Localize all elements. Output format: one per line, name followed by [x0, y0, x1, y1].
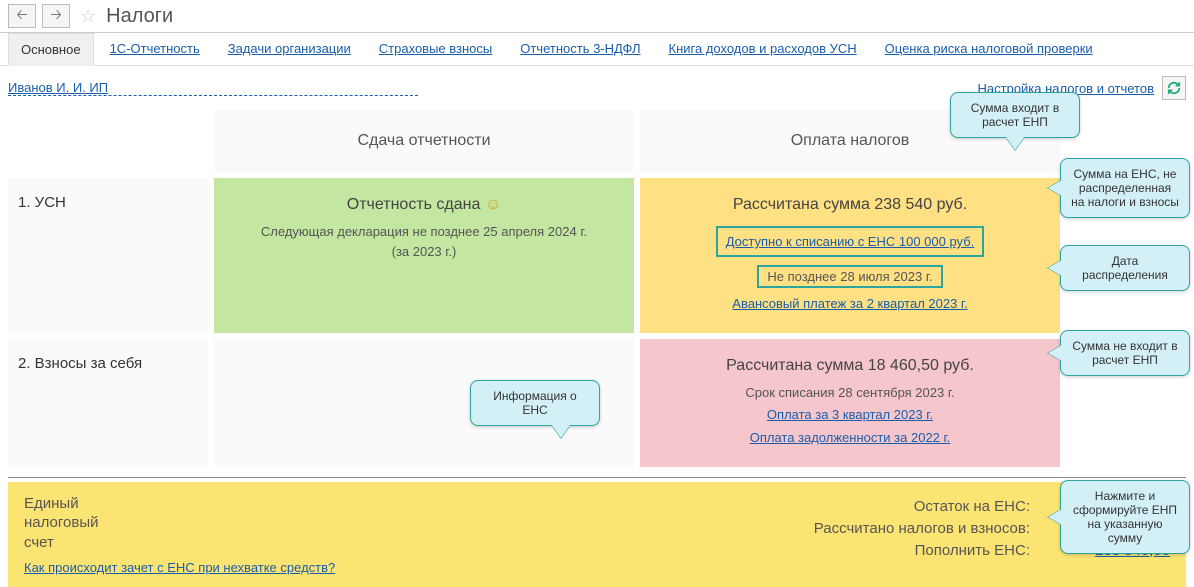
- usn-advance-link[interactable]: Авансовый платеж за 2 квартал 2023 г.: [732, 296, 967, 311]
- tab-risk[interactable]: Оценка риска налоговой проверки: [873, 33, 1105, 65]
- ens-help-link[interactable]: Как происходит зачет с ЕНС при нехватке …: [24, 560, 335, 575]
- row-label-contributions: 2. Взносы за себя: [8, 339, 208, 467]
- contributions-amount: Рассчитана сумма 18 460,50 руб.: [650, 357, 1050, 375]
- usn-available-box: Доступно к списанию с ЕНС 100 000 руб.: [716, 226, 985, 257]
- tab-reporting[interactable]: 1С-Отчетность: [98, 33, 212, 65]
- ens-summary: Единый налоговый счет Как происходит зач…: [8, 482, 1186, 587]
- usn-payment-amount: Рассчитана сумма 238 540 руб.: [650, 196, 1050, 214]
- forward-button[interactable]: 🡢: [42, 4, 70, 28]
- contributions-debt-link[interactable]: Оплата задолженности за 2022 г.: [750, 430, 951, 445]
- contributions-q3-link[interactable]: Оплата за 3 квартал 2023 г.: [767, 407, 933, 422]
- tab-tasks[interactable]: Задачи организации: [216, 33, 363, 65]
- smiley-icon: ☺: [485, 196, 501, 213]
- callout-form-enp: Нажмите и сформируйте ЕНП на указанную с…: [1060, 480, 1190, 554]
- refresh-button[interactable]: [1162, 76, 1186, 100]
- tab-bar: Основное 1С-Отчетность Задачи организаци…: [0, 33, 1194, 66]
- usn-payment-card: Рассчитана сумма 238 540 руб. Доступно к…: [640, 178, 1060, 333]
- ens-title: Единый налоговый счет: [24, 494, 335, 553]
- top-bar: 🡠 🡢 ☆ Налоги: [0, 0, 1194, 33]
- callout-enp-include: Сумма входит в расчет ЕНП: [950, 92, 1080, 138]
- header-empty: [8, 110, 208, 172]
- usn-deadline-box: Не позднее 28 июля 2023 г.: [757, 265, 942, 288]
- ens-balance-label: Остаток на ЕНС:: [914, 498, 1030, 516]
- back-button[interactable]: 🡠: [8, 4, 36, 28]
- refresh-icon: [1167, 81, 1181, 95]
- page-title: Налоги: [106, 5, 173, 28]
- contributions-payment-card: Рассчитана сумма 18 460,50 руб. Срок спи…: [640, 339, 1060, 467]
- callout-enp-exclude: Сумма не входит в расчет ЕНП: [1060, 330, 1190, 376]
- usn-reporting-card: Отчетность сдана ☺ Следующая декларация …: [214, 178, 634, 333]
- tab-main[interactable]: Основное: [8, 33, 94, 66]
- tab-ndfl3[interactable]: Отчетность 3-НДФЛ: [508, 33, 652, 65]
- usn-available-link[interactable]: Доступно к списанию с ЕНС 100 000 руб.: [726, 234, 975, 249]
- usn-reporting-text: Следующая декларация не позднее 25 апрел…: [224, 222, 624, 261]
- tab-kdir[interactable]: Книга доходов и расходов УСН: [657, 33, 869, 65]
- callout-ens-undistributed: Сумма на ЕНС, не распределенная на налог…: [1060, 158, 1190, 218]
- usn-reporting-title: Отчетность сдана ☺: [224, 196, 624, 214]
- row-label-usn: 1. УСН: [8, 178, 208, 333]
- callout-distribution-date: Дата распределения: [1060, 245, 1190, 291]
- favorite-icon[interactable]: ☆: [80, 6, 96, 27]
- tab-insurance[interactable]: Страховые взносы: [367, 33, 504, 65]
- header-reporting: Сдача отчетности: [214, 110, 634, 172]
- organization-link[interactable]: Иванов И. И. ИП: [8, 80, 418, 96]
- contributions-deadline: Срок списания 28 сентября 2023 г.: [650, 383, 1050, 403]
- ens-topup-label: Пополнить ЕНС:: [915, 542, 1030, 559]
- callout-ens-info: Информация о ЕНС: [470, 380, 600, 426]
- ens-calculated-label: Рассчитано налогов и взносов:: [814, 520, 1030, 538]
